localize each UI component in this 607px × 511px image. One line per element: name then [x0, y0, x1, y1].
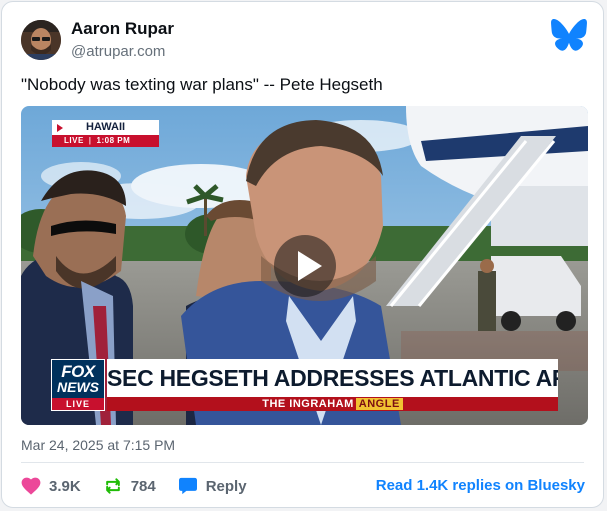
- show-prefix: THE: [262, 398, 286, 410]
- action-bar: 3.9K 784 Reply: [21, 476, 269, 496]
- network-logo-line1: FOX: [61, 362, 95, 381]
- repost-button[interactable]: 784: [103, 477, 156, 495]
- chyron-headline: SEC HEGSETH ADDRESSES ATLANTIC ARTICLE: [107, 359, 558, 397]
- post-text: "Nobody was texting war plans" -- Pete H…: [21, 75, 383, 94]
- divider: [21, 462, 584, 463]
- show-suffix: ANGLE: [355, 398, 403, 410]
- heart-icon: [21, 477, 41, 495]
- play-icon: [298, 251, 322, 281]
- read-replies-link[interactable]: Read 1.4K replies on Bluesky: [376, 477, 585, 494]
- author-handle[interactable]: @atrupar.com: [71, 43, 165, 60]
- repost-icon: [105, 478, 120, 494]
- video-player[interactable]: HAWAII LIVE | 1:08 PM FOX NEWS LIVE SEC HE…: [21, 106, 588, 425]
- butterfly-icon[interactable]: [551, 19, 587, 51]
- show-name-bar: THE INGRAHAM ANGLE: [107, 397, 558, 411]
- network-logo: FOX NEWS LIVE: [51, 359, 105, 411]
- location-tag: HAWAII LIVE | 1:08 PM: [52, 120, 159, 147]
- repost-count: 784: [130, 477, 156, 495]
- time-text: 1:08 PM: [96, 136, 131, 145]
- network-logo-line3: LIVE: [52, 398, 104, 410]
- reply-label: Reply: [205, 477, 247, 495]
- play-button[interactable]: [274, 235, 336, 297]
- arrow-icon: [57, 124, 63, 132]
- post-card: Aaron Rupar @atrupar.com "Nobody was tex…: [1, 1, 604, 508]
- like-button[interactable]: 3.9K: [21, 477, 81, 495]
- reply-icon: [178, 477, 197, 495]
- post-timestamp[interactable]: Mar 24, 2025 at 7:15 PM: [21, 437, 175, 453]
- network-logo-line2: NEWS: [57, 379, 99, 395]
- like-count: 3.9K: [49, 477, 81, 495]
- reply-button[interactable]: Reply: [178, 477, 247, 495]
- show-main: INGRAHAM: [289, 398, 354, 410]
- author-name[interactable]: Aaron Rupar: [71, 19, 174, 39]
- avatar[interactable]: [21, 20, 61, 60]
- live-text: LIVE: [64, 136, 84, 145]
- location-text: HAWAII: [85, 121, 126, 133]
